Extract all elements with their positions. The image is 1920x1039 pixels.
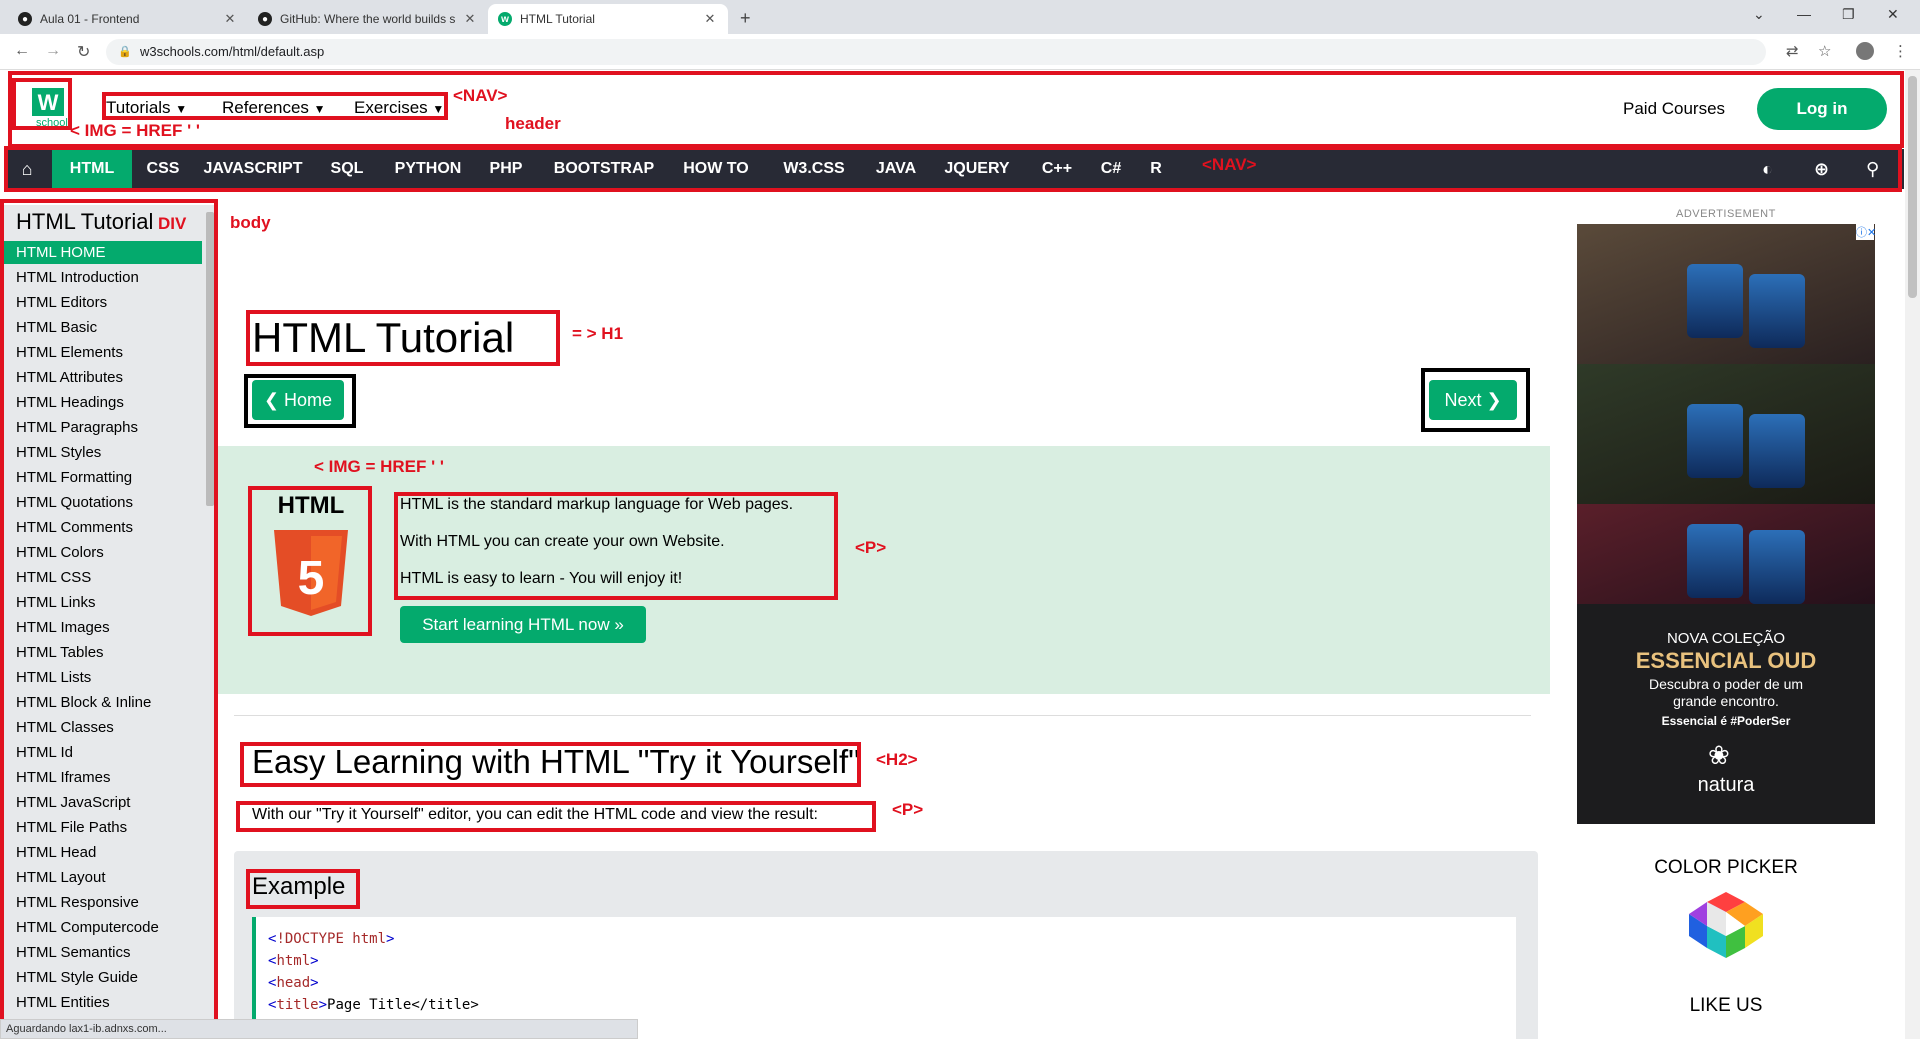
close-icon[interactable]: ✕ — [222, 11, 238, 27]
minimize-icon[interactable]: — — [1797, 6, 1811, 22]
ad-scene — [1577, 364, 1875, 504]
annotation-div-label: DIV — [158, 214, 187, 233]
forward-icon[interactable]: → — [45, 42, 61, 60]
annotation-p-label: <P> — [892, 800, 924, 819]
natura-logo-icon: ❀ — [1708, 740, 1730, 770]
annotation-example-box — [246, 869, 360, 909]
perfume-bottle-icon — [1749, 414, 1805, 488]
new-tab-icon[interactable]: + — [740, 8, 751, 29]
ad-tagline: Essencial é #PoderSer — [1661, 714, 1791, 728]
code-tag: head — [276, 975, 311, 991]
color-picker-title: COLOR PICKER — [1654, 857, 1798, 878]
menu-dots-icon[interactable]: ⋮ — [1893, 42, 1908, 60]
section-divider — [234, 715, 1531, 716]
annotation-img-label: < IMG = HREF ' ' — [314, 457, 444, 476]
advertisement-banner[interactable]: NOVA COLEÇÃO ESSENCIAL OUD Descubra o po… — [1577, 224, 1875, 824]
perfume-bottle-icon — [1687, 524, 1743, 598]
lock-icon: 🔒 — [118, 46, 132, 58]
profile-avatar-icon[interactable] — [1856, 42, 1874, 60]
annotation-html5-box — [248, 486, 372, 636]
github-icon: ● — [258, 12, 272, 26]
close-icon[interactable]: ✕ — [462, 11, 478, 27]
annotation-h2-box — [240, 742, 861, 787]
code-bracket: > — [318, 997, 328, 1013]
code-text: Page Title</title> — [327, 997, 479, 1013]
page-scrollbar-thumb[interactable] — [1908, 76, 1917, 298]
annotation-h1-box — [246, 310, 560, 366]
tab-title: HTML Tutorial — [520, 12, 595, 26]
reload-icon[interactable]: ↻ — [77, 42, 90, 62]
annotation-h1-label: = > H1 — [572, 324, 624, 343]
ad-subtext: Descubra o poder de um grande encontro. — [1648, 676, 1804, 709]
browser-tab-2[interactable]: ● GitHub: Where the world builds s ✕ — [248, 4, 488, 34]
maximize-icon[interactable]: ❐ — [1842, 6, 1855, 23]
tab-search-icon[interactable]: ⌄ — [1753, 6, 1765, 23]
ad-text: NOVA COLEÇÃO — [1666, 630, 1786, 647]
annotation-body-label: body — [230, 213, 271, 232]
ad-scene — [1577, 504, 1875, 604]
browser-status-bar: Aguardando lax1-ib.adnxs.com... — [0, 1019, 638, 1039]
annotation-nav-label: <NAV> — [1202, 155, 1257, 174]
github-icon: ● — [18, 12, 32, 26]
perfume-bottle-icon — [1687, 404, 1743, 478]
annotation-p2-box — [236, 801, 876, 832]
browser-tab-1[interactable]: ● Aula 01 - Frontend ✕ — [8, 4, 248, 34]
annotation-home-box — [244, 374, 356, 428]
tab-title: GitHub: Where the world builds s — [280, 12, 456, 26]
annotation-nav-label: <NAV> — [453, 86, 508, 105]
annotation-p-label: <P> — [855, 538, 887, 557]
browser-tab-3[interactable]: w HTML Tutorial ✕ — [488, 4, 728, 34]
ad-headline: ESSENCIAL OUD — [1635, 648, 1817, 673]
code-line: <head> — [268, 975, 319, 991]
translate-icon[interactable]: ⇄ — [1786, 42, 1799, 60]
perfume-bottle-icon — [1687, 264, 1743, 338]
color-picker-icon[interactable] — [1687, 890, 1765, 965]
like-us-title: LIKE US — [1689, 995, 1763, 1016]
code-bracket: > — [310, 953, 319, 969]
perfume-bottle-icon — [1749, 274, 1805, 348]
code-line: <html> — [268, 953, 319, 969]
tab-title: Aula 01 - Frontend — [40, 12, 140, 26]
annotation-div-box — [0, 199, 218, 1023]
code-attr: html — [343, 931, 387, 947]
url-bar[interactable]: 🔒 w3schools.com/html/default.asp — [106, 39, 1766, 65]
ad-choices-icon[interactable]: ⓘ✕ — [1856, 224, 1876, 240]
annotation-logo-box — [12, 78, 72, 130]
close-icon[interactable]: ✕ — [702, 11, 718, 27]
annotation-nav-box — [102, 92, 448, 120]
annotation-next-box — [1421, 368, 1530, 432]
ad-brand: natura — [1697, 774, 1755, 796]
annotation-h2-label: <H2> — [876, 750, 918, 769]
code-bracket: > — [310, 975, 319, 991]
annotation-p-box — [394, 492, 838, 600]
window-close-icon[interactable]: ✕ — [1887, 6, 1899, 23]
advertisement-label: ADVERTISEMENT — [1676, 208, 1776, 220]
w3schools-icon: w — [498, 12, 512, 26]
start-learning-button[interactable]: Start learning HTML now » — [400, 606, 646, 643]
code-tag: html — [276, 953, 311, 969]
ad-scene — [1577, 224, 1875, 364]
code-tag: !DOCTYPE — [276, 931, 344, 947]
back-icon[interactable]: ← — [14, 42, 30, 60]
perfume-bottle-icon — [1749, 530, 1805, 604]
annotation-img-label: < IMG = HREF ' ' — [70, 121, 200, 140]
annotation-darknav-box — [4, 146, 1902, 192]
code-bracket: > — [386, 931, 395, 947]
bookmark-star-icon[interactable]: ☆ — [1818, 42, 1831, 60]
annotation-header-label: header — [505, 114, 561, 133]
code-line: <!DOCTYPE html> — [268, 931, 394, 947]
code-line: <title>Page Title</title> — [268, 997, 479, 1013]
url-text: w3schools.com/html/default.asp — [140, 44, 325, 59]
code-tag: title — [276, 997, 319, 1013]
